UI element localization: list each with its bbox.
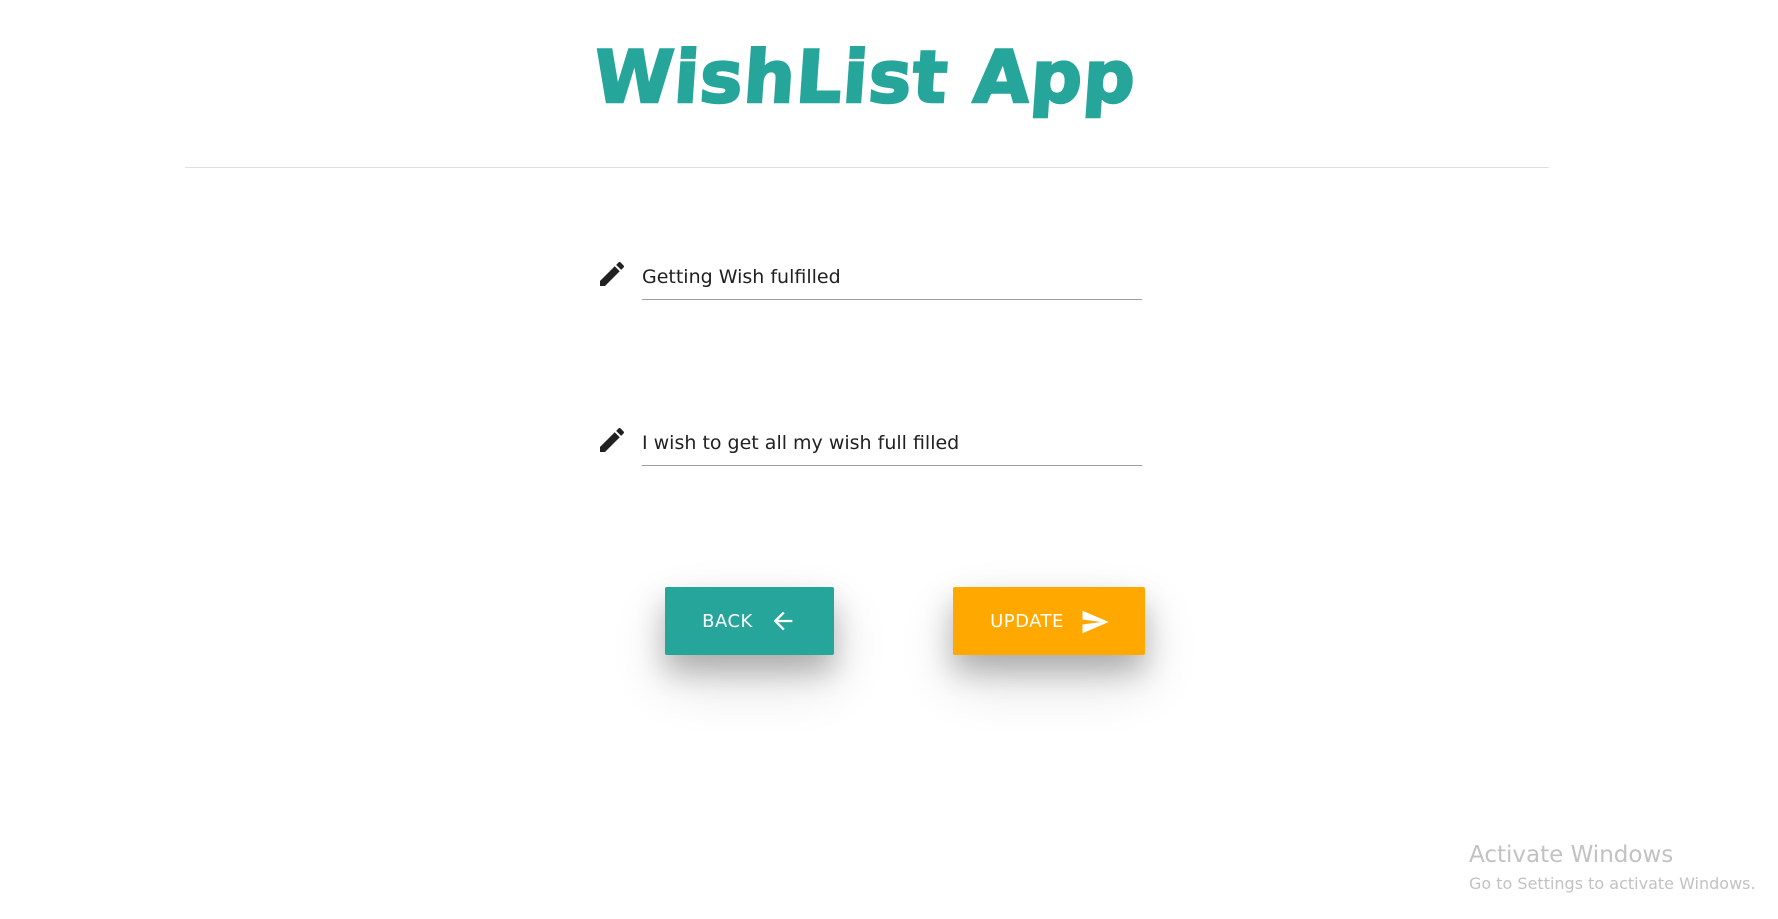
- watermark-title: Activate Windows: [1469, 842, 1674, 868]
- update-button[interactable]: UPDATE: [953, 587, 1145, 655]
- header-divider: [185, 167, 1549, 168]
- arrow-left-icon: [769, 607, 797, 635]
- windows-activation-watermark: Activate Windows Go to Settings to activ…: [1469, 842, 1756, 893]
- back-button[interactable]: BACK: [665, 587, 834, 655]
- wish-title-field: [596, 254, 1144, 304]
- back-button-label: BACK: [702, 610, 753, 632]
- page: WishList App BACK UPDATE: [0, 0, 1778, 919]
- update-button-label: UPDATE: [990, 610, 1064, 632]
- wish-description-input[interactable]: [642, 420, 1142, 466]
- pencil-icon: [596, 424, 628, 456]
- pencil-icon: [596, 258, 628, 290]
- send-icon: [1080, 607, 1109, 635]
- app-title: WishList App: [590, 34, 1140, 121]
- wish-title-input[interactable]: [642, 254, 1142, 300]
- watermark-subtitle: Go to Settings to activate Windows.: [1469, 873, 1756, 893]
- wish-description-field: [596, 420, 1144, 470]
